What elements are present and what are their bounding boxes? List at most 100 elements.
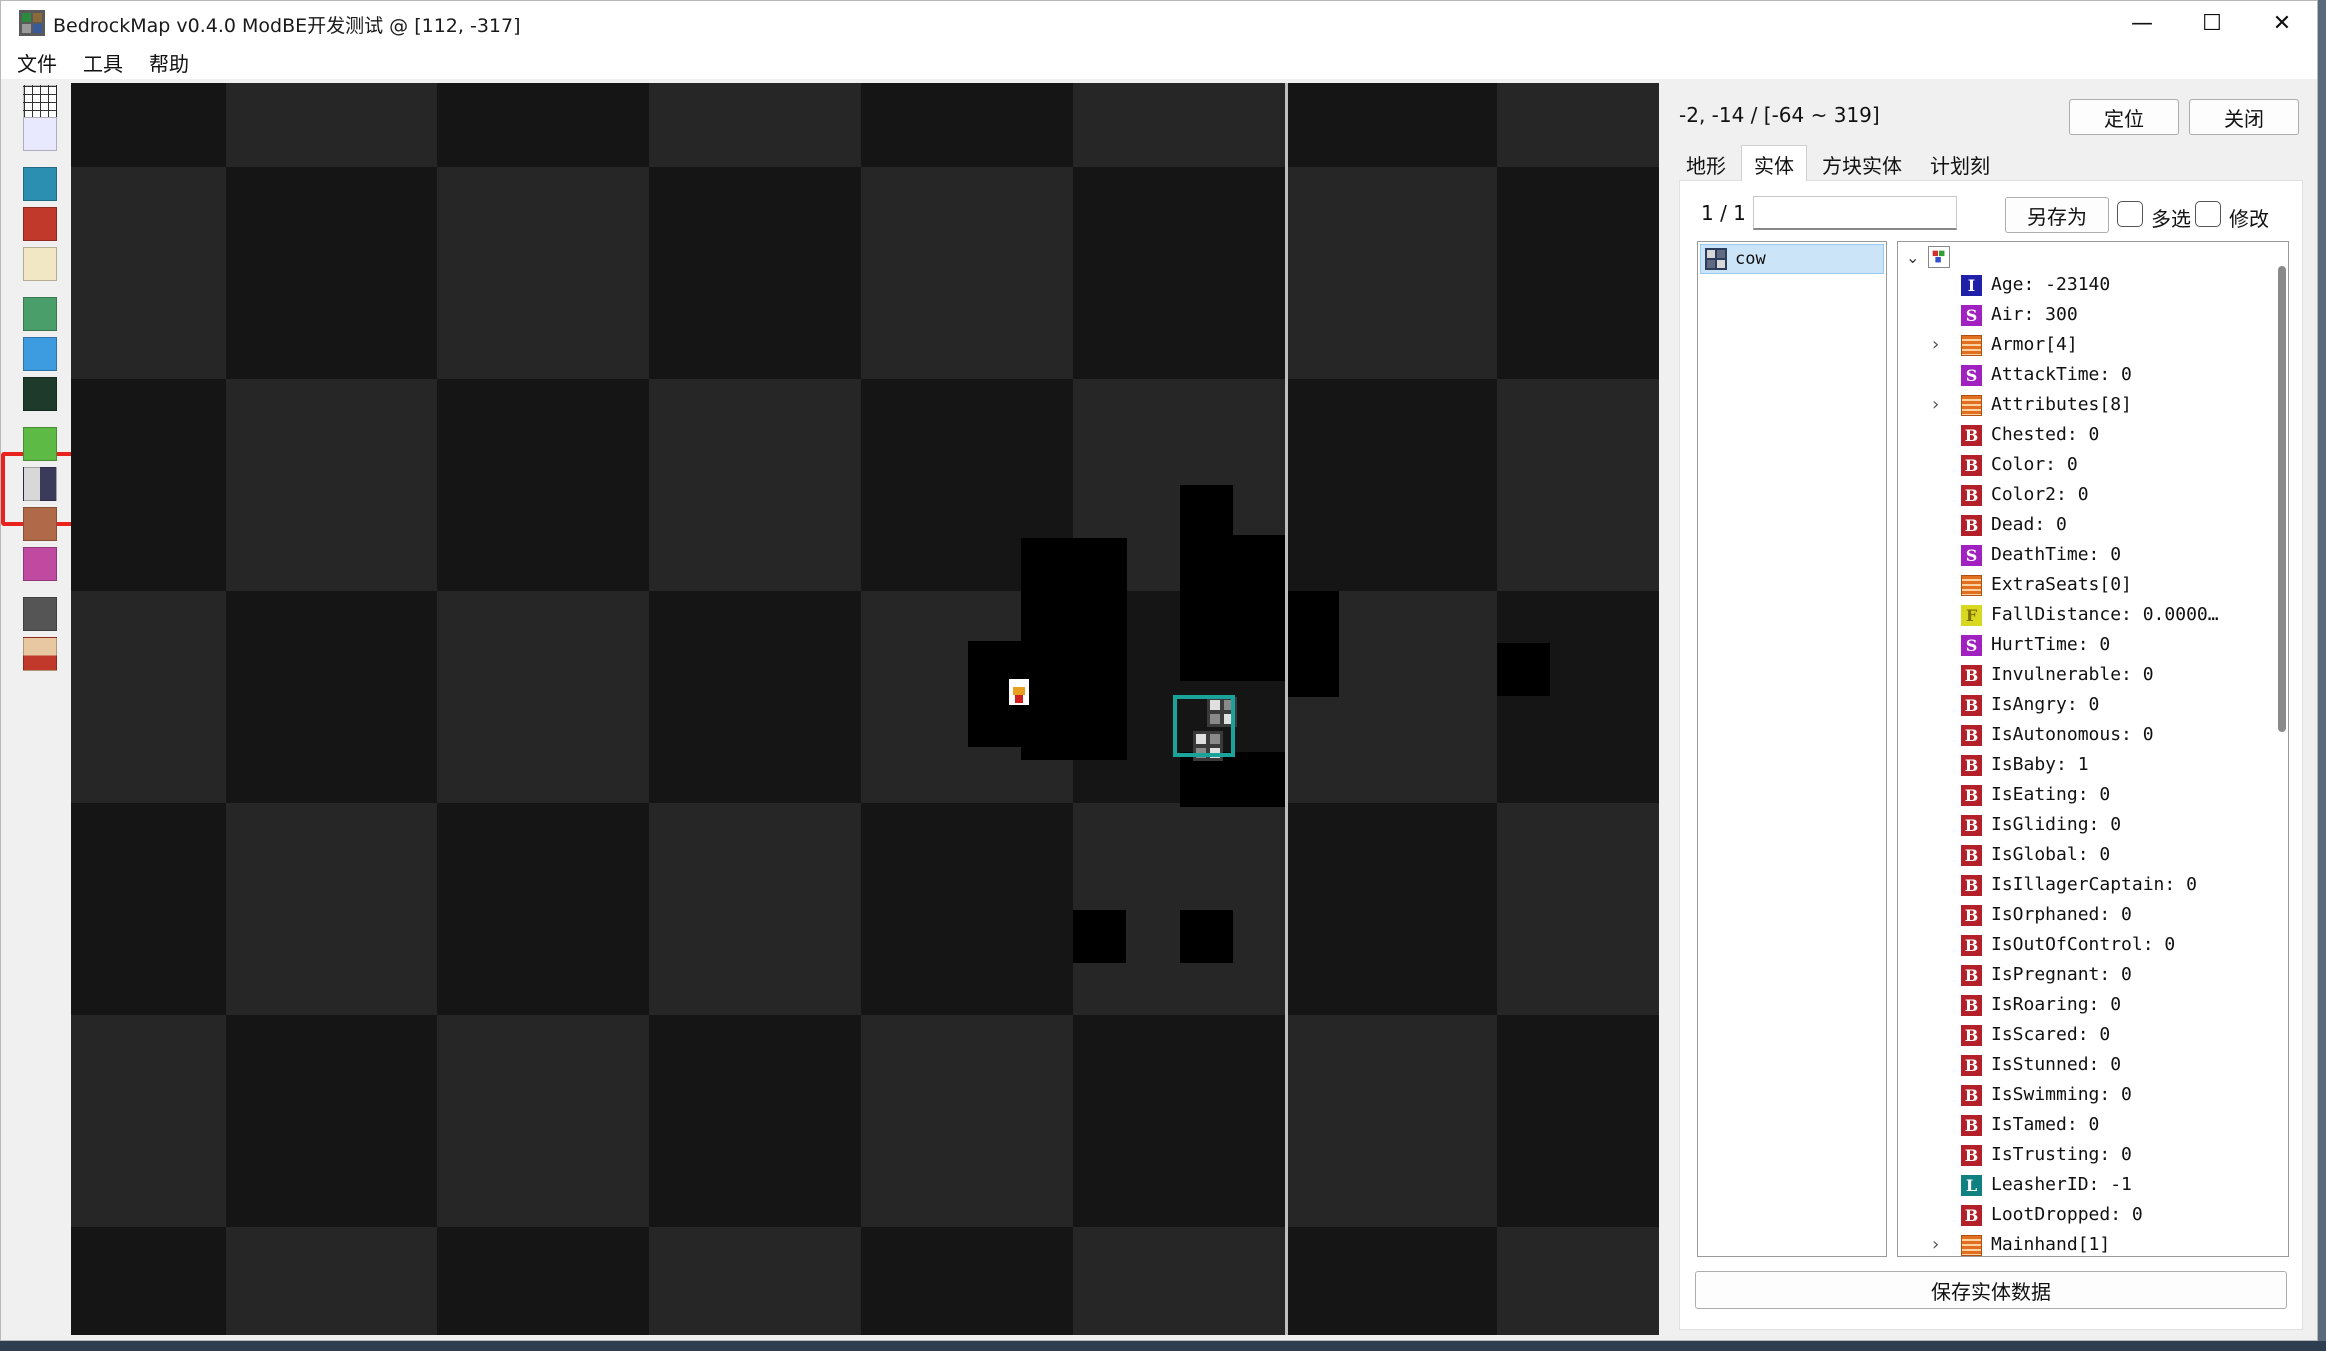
nbt-tree-row[interactable]: › Mainhand[1] xyxy=(1898,1230,2268,1256)
cow-pixel xyxy=(1210,714,1220,724)
nbt-tree-row[interactable]: B IsTamed: 0 xyxy=(1898,1110,2268,1140)
globe-block-icon[interactable] xyxy=(23,167,57,201)
nbt-tree-row[interactable]: B IsAutonomous: 0 xyxy=(1898,720,2268,750)
dice-icon[interactable] xyxy=(23,247,57,281)
entity-icon[interactable] xyxy=(23,467,57,501)
map-chunk xyxy=(649,1227,861,1335)
tree-biome-icon[interactable] xyxy=(23,377,57,411)
menu-help[interactable]: 帮助 xyxy=(145,48,193,77)
nbt-tree-row[interactable]: › Attributes[8] xyxy=(1898,390,2268,420)
nbt-tree-row[interactable]: B IsScared: 0 xyxy=(1898,1020,2268,1050)
nbt-tree-label: IsScared: 0 xyxy=(1991,1024,2111,1045)
nbt-tree-row[interactable]: B IsStunned: 0 xyxy=(1898,1050,2268,1080)
nbt-type-icon: B xyxy=(1961,1205,1982,1226)
close-window-button[interactable]: ✕ xyxy=(2247,1,2317,45)
nbt-type-icon: B xyxy=(1961,755,1982,776)
menu-file[interactable]: 文件 xyxy=(13,48,61,77)
entity-list-item[interactable]: cow xyxy=(1700,244,1884,274)
map-chunk xyxy=(1073,1015,1285,1227)
chevron-right-icon[interactable]: › xyxy=(1932,334,1939,355)
nbt-tree-row[interactable]: F FallDistance: 0.0000… xyxy=(1898,600,2268,630)
nbt-type-icon: B xyxy=(1961,1115,1982,1136)
nbt-tree-row[interactable]: B LootDropped: 0 xyxy=(1898,1200,2268,1230)
nbt-tree-row[interactable]: B IsPregnant: 0 xyxy=(1898,960,2268,990)
title-bar[interactable]: BedrockMap v0.4.0 ModBE开发测试 @ [112, -317… xyxy=(1,1,2317,45)
map-chunk xyxy=(1285,803,1497,1015)
colored-map-icon[interactable] xyxy=(23,337,57,371)
map-chunk xyxy=(437,83,649,167)
nbt-tree-row[interactable]: B IsGliding: 0 xyxy=(1898,810,2268,840)
chicken-entity-icon[interactable] xyxy=(1009,679,1029,705)
nbt-tree-row[interactable]: ExtraSeats[0] xyxy=(1898,570,2268,600)
map-chunk xyxy=(1285,379,1497,591)
nbt-tree-row[interactable]: B Color: 0 xyxy=(1898,450,2268,480)
nbt-type-icon: B xyxy=(1961,1025,1982,1046)
nbt-tree-row[interactable]: B IsAngry: 0 xyxy=(1898,690,2268,720)
red-block-icon[interactable] xyxy=(23,207,57,241)
tab-scheduled-ticks[interactable]: 计划刻 xyxy=(1917,145,2003,181)
map-chunk xyxy=(861,167,1073,379)
nbt-tree-row[interactable]: B IsSwimming: 0 xyxy=(1898,1080,2268,1110)
nbt-tree-row[interactable]: B IsBaby: 1 xyxy=(1898,750,2268,780)
multi-select-checkbox[interactable] xyxy=(2117,201,2143,227)
nbt-tree-label: Invulnerable: 0 xyxy=(1991,664,2154,685)
nbt-tree-row[interactable]: B IsGlobal: 0 xyxy=(1898,840,2268,870)
minimize-button[interactable]: — xyxy=(2107,1,2177,45)
locate-button[interactable]: 定位 xyxy=(2069,99,2179,135)
nbt-tree-row[interactable]: B Color2: 0 xyxy=(1898,480,2268,510)
tab-entities[interactable]: 实体 xyxy=(1741,145,1807,181)
map-chunk xyxy=(71,1227,226,1335)
nbt-tree-row[interactable]: B IsIllagerCaptain: 0 xyxy=(1898,870,2268,900)
tree-scrollbar[interactable] xyxy=(2278,266,2286,732)
map-canvas[interactable] xyxy=(71,83,1659,1335)
cauldron-icon[interactable] xyxy=(23,597,57,631)
map-ruler-icon[interactable] xyxy=(23,117,57,151)
edit-checkbox[interactable] xyxy=(2195,201,2221,227)
close-panel-button[interactable]: 关闭 xyxy=(2189,99,2299,135)
nbt-tree[interactable]: ⌄ I Age: -23140 S Air: 300 › Armor[4] S AttackT… xyxy=(1897,241,2289,1257)
chevron-down-icon[interactable]: ⌄ xyxy=(1906,248,1919,267)
grid-icon[interactable] xyxy=(23,85,57,119)
nbt-tree-row[interactable]: I Age: -23140 xyxy=(1898,270,2268,300)
nbt-tree-row[interactable]: B Dead: 0 xyxy=(1898,510,2268,540)
nbt-icon[interactable] xyxy=(23,637,57,671)
villager-icon[interactable] xyxy=(23,507,57,541)
coordinate-readout: -2, -14 / [-64 ~ 319] xyxy=(1679,103,1880,127)
nbt-tree-row[interactable]: S HurtTime: 0 xyxy=(1898,630,2268,660)
menu-tools[interactable]: 工具 xyxy=(79,48,127,77)
nbt-tree-row[interactable]: S DeathTime: 0 xyxy=(1898,540,2268,570)
save-entity-data-button[interactable]: 保存实体数据 xyxy=(1695,1271,2287,1309)
tab-block-entities[interactable]: 方块实体 xyxy=(1809,145,1915,181)
nbt-type-icon: B xyxy=(1961,1055,1982,1076)
nbt-type-icon: B xyxy=(1961,1145,1982,1166)
edit-label: 修改 xyxy=(2229,207,2269,231)
nbt-tree-row[interactable]: S Air: 300 xyxy=(1898,300,2268,330)
landscape-icon[interactable] xyxy=(23,297,57,331)
cow-pixel xyxy=(1196,734,1206,744)
nbt-type-icon: S xyxy=(1961,305,1982,326)
maximize-button[interactable]: ☐ xyxy=(2177,1,2247,45)
nbt-tree-row[interactable]: B Chested: 0 xyxy=(1898,420,2268,450)
mob-icon[interactable] xyxy=(23,547,57,581)
save-as-button[interactable]: 另存为 xyxy=(2005,197,2109,233)
nbt-tree-row[interactable]: B IsEating: 0 xyxy=(1898,780,2268,810)
nbt-tree-row[interactable]: B IsOutOfControl: 0 xyxy=(1898,930,2268,960)
entity-list[interactable]: cow xyxy=(1697,241,1887,1257)
nbt-tree-label: IsSwimming: 0 xyxy=(1991,1084,2132,1105)
chevron-right-icon[interactable]: › xyxy=(1932,1234,1939,1255)
nbt-tree-row[interactable]: S AttackTime: 0 xyxy=(1898,360,2268,390)
nbt-tree-row[interactable]: L LeasherID: -1 xyxy=(1898,1170,2268,1200)
green-slime-icon[interactable] xyxy=(23,427,57,461)
map-chunk xyxy=(1285,1227,1497,1335)
nbt-tree-label: HurtTime: 0 xyxy=(1991,634,2111,655)
tab-terrain[interactable]: 地形 xyxy=(1673,145,1739,181)
nbt-tree-row[interactable]: › Armor[4] xyxy=(1898,330,2268,360)
map-chunk xyxy=(226,83,437,167)
nbt-tree-row[interactable]: B IsTrusting: 0 xyxy=(1898,1140,2268,1170)
nbt-tree-row[interactable]: B IsRoaring: 0 xyxy=(1898,990,2268,1020)
chevron-right-icon[interactable]: › xyxy=(1932,394,1939,415)
filter-input[interactable] xyxy=(1753,196,1957,230)
map-chunk xyxy=(226,803,437,1015)
nbt-tree-row[interactable]: B IsOrphaned: 0 xyxy=(1898,900,2268,930)
nbt-tree-row[interactable]: B Invulnerable: 0 xyxy=(1898,660,2268,690)
